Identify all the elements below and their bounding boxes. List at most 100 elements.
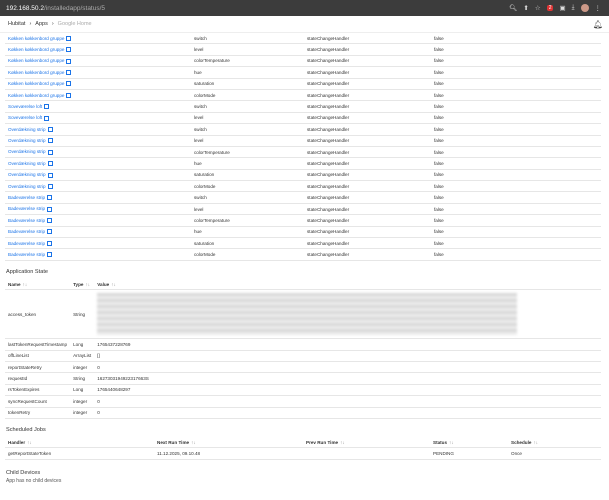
profile-avatar[interactable] xyxy=(580,4,589,12)
device-link[interactable]: Køkken køkkenbord gruppe xyxy=(8,70,64,75)
device-link[interactable]: Overdækning strip xyxy=(8,138,46,143)
state-value: 0 xyxy=(97,364,100,370)
device-link[interactable]: Køkken køkkenbord gruppe xyxy=(8,58,64,63)
extensions-icon[interactable]: ▣ xyxy=(559,4,565,12)
handler-cell: stateChangeHandler xyxy=(304,191,431,204)
table-row: Overdækning strip saturation stateChangeHa… xyxy=(5,169,601,182)
device-link[interactable]: Overdækning strip xyxy=(8,172,46,177)
address-bar[interactable]: 192.168.50.2/installedapp/status/5 xyxy=(6,5,105,12)
flag-cell: false xyxy=(431,123,601,136)
state-name: lastTokenRequestTimestamp xyxy=(8,341,68,347)
col-type[interactable]: Type ↑↓ xyxy=(70,278,95,291)
device-link[interactable]: Badeværelse strip xyxy=(8,252,45,257)
flag-text: false xyxy=(434,252,444,258)
table-row: requestId String 1627303194922317663S xyxy=(5,372,601,385)
state-name-cell: offLineList xyxy=(5,350,71,363)
device-link[interactable]: Badeværelse strip xyxy=(8,195,45,200)
state-name-cell: access_token xyxy=(5,289,71,340)
device-link[interactable]: Soveværelse loft xyxy=(8,104,42,109)
flag-text: false xyxy=(434,172,444,178)
device-link[interactable]: Overdækning strip xyxy=(8,149,46,154)
external-link-icon[interactable] xyxy=(47,229,53,235)
device-link[interactable]: Overdækning strip xyxy=(8,184,46,189)
handler-text: stateChangeHandler xyxy=(307,229,350,235)
external-link-icon[interactable] xyxy=(47,218,53,224)
handler-text: stateChangeHandler xyxy=(307,92,350,98)
handler-text: stateChangeHandler xyxy=(307,183,350,189)
handler-text: stateChangeHandler xyxy=(307,126,350,132)
external-link-icon[interactable] xyxy=(66,35,72,41)
external-link-icon[interactable] xyxy=(47,252,53,258)
external-link-icon[interactable] xyxy=(47,149,53,155)
menu-icon[interactable]: ⋮ xyxy=(595,4,602,12)
external-link-icon[interactable] xyxy=(66,81,72,87)
handler-cell: stateChangeHandler xyxy=(304,180,431,193)
state-value-cell: 0 xyxy=(94,407,601,419)
external-link-icon[interactable] xyxy=(66,58,72,64)
breadcrumb-section[interactable]: Apps xyxy=(35,21,48,27)
external-link-icon[interactable] xyxy=(47,138,53,144)
handler-cell: stateChangeHandler xyxy=(304,157,431,170)
device-cell: Køkken køkkenbord gruppe xyxy=(5,66,191,79)
external-link-icon[interactable] xyxy=(47,161,53,167)
device-link[interactable]: Badeværelse strip xyxy=(8,241,45,246)
external-link-icon[interactable] xyxy=(47,172,53,178)
col-handler[interactable]: Handler ↑↓ xyxy=(5,436,154,449)
device-link[interactable]: Køkken køkkenbord gruppe xyxy=(8,47,64,52)
table-row: Overdækning strip level stateChangeHandler… xyxy=(5,135,601,147)
flag-text: false xyxy=(434,115,444,121)
device-cell: Overdækning strip xyxy=(5,123,191,136)
state-value-cell: 0 xyxy=(94,395,601,408)
state-type-cell: Long xyxy=(70,338,95,351)
external-link-icon[interactable] xyxy=(44,104,50,110)
flag-cell: false xyxy=(431,135,601,147)
attribute-cell: switch xyxy=(191,100,304,113)
external-link-icon[interactable] xyxy=(47,195,53,201)
device-link[interactable]: Badeværelse strip xyxy=(8,206,45,211)
device-link[interactable]: Køkken køkkenbord gruppe xyxy=(8,93,64,98)
external-link-icon[interactable] xyxy=(66,70,72,75)
download-icon[interactable]: ⤓ xyxy=(572,4,575,12)
external-link-icon[interactable] xyxy=(47,240,53,246)
external-link-icon[interactable] xyxy=(66,92,72,98)
external-link-icon[interactable] xyxy=(66,47,72,53)
flag-text: false xyxy=(434,229,444,235)
handler-text: stateChangeHandler xyxy=(307,104,350,110)
share-icon[interactable]: ⬆ xyxy=(523,4,528,12)
device-cell: Overdækning strip xyxy=(5,169,191,182)
breadcrumb-current: Google Home xyxy=(57,21,92,27)
handler-text: stateChangeHandler xyxy=(307,58,350,64)
col-status[interactable]: Status ↑↓ xyxy=(430,436,508,449)
col-value[interactable]: Value ↑↓ xyxy=(94,278,601,291)
device-link[interactable]: Overdækning strip xyxy=(8,127,46,132)
extension-badge[interactable]: 2 xyxy=(546,5,554,11)
table-row: Badeværelse strip saturation stateChangeHa… xyxy=(5,237,601,250)
sort-icon: ↑↓ xyxy=(22,281,28,287)
search-icon[interactable]: 🔍︎ xyxy=(509,4,517,12)
attribute-text: hue xyxy=(194,229,202,235)
handler-cell: stateChangeHandler xyxy=(304,89,431,102)
table-row: Overdækning strip switch stateChangeHandle… xyxy=(5,123,601,136)
col-next-run[interactable]: Next Run Time ↑↓ xyxy=(154,436,303,449)
col-prev-run[interactable]: Prev Run Time ↑↓ xyxy=(303,436,430,449)
external-link-icon[interactable] xyxy=(44,115,50,121)
device-link[interactable]: Badeværelse strip xyxy=(8,218,45,223)
breadcrumb-root[interactable]: Hubitat xyxy=(8,21,25,27)
external-link-icon[interactable] xyxy=(47,126,53,132)
device-link[interactable]: Overdækning strip xyxy=(8,161,46,166)
device-cell: Køkken køkkenbord gruppe xyxy=(5,33,191,45)
device-link[interactable]: Badeværelse strip xyxy=(8,229,45,234)
col-schedule[interactable]: Schedule ↑↓ xyxy=(508,436,601,449)
attribute-text: saturation xyxy=(194,81,215,87)
device-link[interactable]: Køkken køkkenbord gruppe xyxy=(8,36,64,41)
device-link[interactable]: Soveværelse loft xyxy=(8,115,42,120)
attribute-text: level xyxy=(194,206,204,212)
star-icon[interactable]: ☆ xyxy=(535,4,541,12)
external-link-icon[interactable] xyxy=(47,206,53,212)
bell-icon[interactable]: 🔔︎ xyxy=(593,20,603,29)
state-value-cell: [] xyxy=(94,350,601,363)
device-cell: Overdækning strip xyxy=(5,135,191,147)
external-link-icon[interactable] xyxy=(47,183,53,189)
device-link[interactable]: Køkken køkkenbord gruppe xyxy=(8,81,64,86)
col-name[interactable]: Name ↑↓ xyxy=(5,278,71,291)
